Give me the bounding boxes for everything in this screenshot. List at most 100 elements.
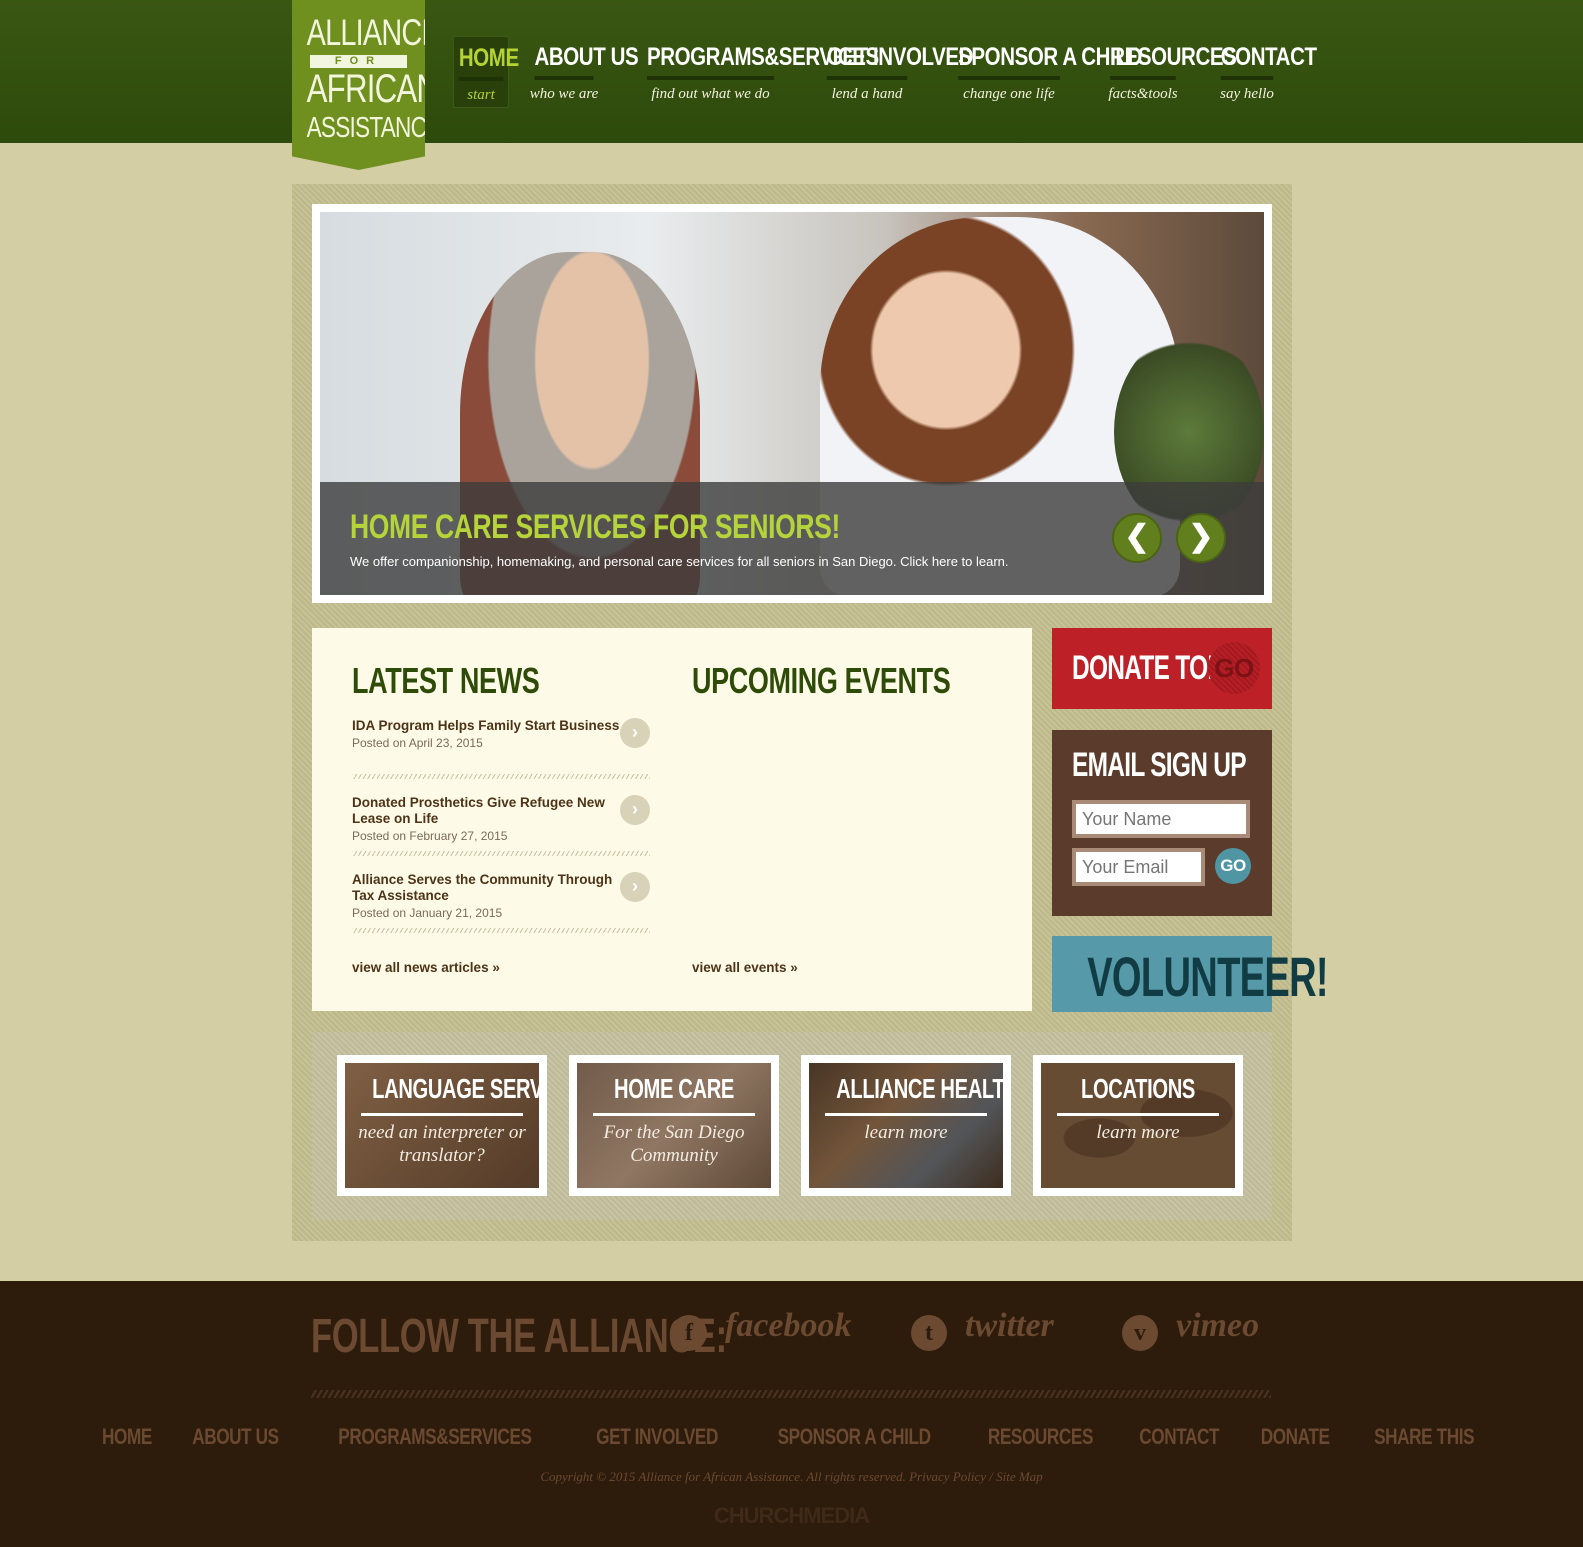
tile-image: ALLIANCE HEALTH CLINIC learn more	[809, 1063, 1003, 1188]
facebook-icon: f	[671, 1315, 707, 1351]
tile-title: ALLIANCE HEALTH CLINIC	[836, 1073, 1003, 1104]
footer-nav-contact[interactable]: CONTACT	[1139, 1424, 1219, 1450]
slide-caption: HOME CARE SERVICES FOR SENIORS! We offer…	[320, 482, 1264, 595]
tile-subtitle: learn more	[1096, 1122, 1180, 1143]
email-input[interactable]	[1072, 848, 1205, 886]
footer-nav-resources[interactable]: RESOURCES	[987, 1424, 1093, 1450]
footer-nav-sponsor-a-child[interactable]: SPONSOR A CHILD	[778, 1424, 931, 1450]
footer-nav-donate[interactable]: DONATE	[1260, 1424, 1329, 1450]
social-name: vimeo	[1176, 1307, 1260, 1344]
nav-programs-services[interactable]: PROGRAMS&SERVICES find out what we do	[633, 36, 879, 108]
tile-language-services[interactable]: LANGUAGE SERVICES need an interpreter or…	[337, 1055, 547, 1196]
nav-label: SPONSOR A CHILD	[958, 36, 1142, 80]
tile-subtitle: need an interpreter or translator?	[358, 1122, 526, 1166]
news-title[interactable]: Alliance Serves the Community Through Ta…	[352, 872, 627, 904]
volunteer-button[interactable]: VOLUNTEER!	[1052, 936, 1329, 1012]
chevron-right-icon[interactable]: ›	[620, 718, 650, 748]
view-all-events-link[interactable]: view all events »	[692, 960, 798, 975]
nav-label: RESOURCES	[1110, 36, 1237, 80]
name-input[interactable]	[1072, 800, 1250, 838]
tile-alliance-health-clinic[interactable]: ALLIANCE HEALTH CLINIC learn more	[801, 1055, 1011, 1196]
upcoming-events-heading: UPCOMING EVENTS	[692, 660, 951, 701]
view-all-news-link[interactable]: view all news articles »	[352, 960, 500, 975]
vimeo-icon: v	[1122, 1315, 1158, 1351]
tile-title: LANGUAGE SERVICES	[372, 1073, 539, 1104]
logo-line-alliance: ALLIANCE	[306, 12, 440, 53]
news-title[interactable]: Donated Prosthetics Give Refugee New Lea…	[352, 795, 627, 827]
nav-sub: say hello	[1220, 86, 1274, 102]
footer-divider	[311, 1390, 1271, 1398]
feature-tiles: LANGUAGE SERVICES need an interpreter or…	[312, 1032, 1272, 1220]
footer-nav: HOME ABOUT US PROGRAMS&SERVICES GET INVO…	[0, 1424, 1583, 1450]
news-item[interactable]: IDA Program Helps Family Start Business …	[352, 718, 650, 778]
news-title[interactable]: IDA Program Helps Family Start Business	[352, 718, 627, 734]
nav-sub: find out what we do	[651, 86, 770, 102]
nav-about-us[interactable]: ABOUT US who we are	[528, 36, 639, 108]
copyright-text: Copyright © 2015 Alliance for African As…	[540, 1469, 1043, 1484]
tile-title: LOCATIONS	[1081, 1073, 1195, 1104]
nav-label: CONTACT	[1220, 36, 1317, 80]
nav-home[interactable]: HOME start	[453, 36, 519, 108]
tile-image: LANGUAGE SERVICES need an interpreter or…	[345, 1063, 539, 1188]
slider-prev-button[interactable]: ❮	[1112, 513, 1162, 563]
news-divider	[352, 851, 650, 856]
email-signup-panel: EMAIL SIGN UP GO	[1052, 730, 1272, 916]
nav-sub: facts&tools	[1108, 86, 1178, 102]
news-events-panel: LATEST NEWS IDA Program Helps Family Sta…	[312, 628, 1032, 1011]
volunteer-label: VOLUNTEER!	[1087, 945, 1328, 1008]
nav-contact[interactable]: CONTACT say hello	[1215, 36, 1317, 108]
nav-sub: lend a hand	[831, 86, 903, 102]
vimeo-link[interactable]: v vimeo	[1122, 1307, 1277, 1357]
hero-photo[interactable]: HOME CARE SERVICES FOR SENIORS! We offer…	[320, 212, 1264, 595]
site-logo[interactable]: ALLIANCE FOR AFRICAN ASSISTANCE	[292, 0, 425, 170]
slider-next-button[interactable]: ❯	[1176, 513, 1226, 563]
chevron-right-icon: ❯	[1188, 520, 1214, 553]
twitter-link[interactable]: t twitter	[911, 1307, 1086, 1357]
nav-sub: change one life	[963, 86, 1055, 102]
email-signup-heading: EMAIL SIGN UP	[1072, 746, 1247, 784]
chevron-right-icon[interactable]: ›	[620, 795, 650, 825]
news-divider	[352, 928, 650, 933]
tile-home-care[interactable]: HOME CARE For the San Diego Community	[569, 1055, 779, 1196]
tile-title: HOME CARE	[614, 1073, 734, 1104]
nav-sponsor-a-child[interactable]: SPONSOR A CHILD change one life	[947, 36, 1142, 108]
nav-sub: start	[467, 87, 495, 103]
nav-label: GET INVOLVED	[826, 36, 973, 80]
chevron-left-icon: ❮	[1124, 520, 1150, 553]
news-item[interactable]: Alliance Serves the Community Through Ta…	[352, 872, 650, 932]
chevron-right-icon[interactable]: ›	[620, 872, 650, 902]
tile-image: HOME CARE For the San Diego Community	[577, 1063, 771, 1188]
tile-rule	[825, 1113, 987, 1116]
footer-nav-home[interactable]: HOME	[102, 1424, 152, 1450]
nav-get-involved[interactable]: GET INVOLVED lend a hand	[818, 36, 973, 108]
news-item[interactable]: Donated Prosthetics Give Refugee New Lea…	[352, 795, 650, 855]
tile-image: LOCATIONS learn more	[1041, 1063, 1235, 1188]
logo-line-assistance: ASSISTANCE	[306, 112, 441, 144]
nav-label: PROGRAMS&SERVICES	[646, 36, 879, 80]
nav-resources[interactable]: RESOURCES facts&tools	[1103, 36, 1237, 108]
credit-logo[interactable]: CHURCHMEDIA	[0, 1503, 1583, 1529]
tile-locations[interactable]: LOCATIONS learn more	[1033, 1055, 1243, 1196]
logo-line-african: AFRICAN	[306, 67, 439, 111]
news-date: Posted on January 21, 2015	[352, 906, 503, 920]
slide-title[interactable]: HOME CARE SERVICES FOR SENIORS!	[350, 508, 840, 547]
news-divider	[352, 774, 650, 779]
tile-rule	[361, 1113, 523, 1116]
signup-go-button[interactable]: GO	[1215, 848, 1251, 884]
latest-news-heading: LATEST NEWS	[352, 660, 540, 701]
hero-slider: HOME CARE SERVICES FOR SENIORS! We offer…	[312, 204, 1272, 603]
nav-sub: who we are	[529, 86, 599, 102]
footer-nav-about-us[interactable]: ABOUT US	[192, 1424, 279, 1450]
tile-rule	[593, 1113, 755, 1116]
news-date: Posted on February 27, 2015	[352, 829, 508, 843]
facebook-link[interactable]: f facebook	[671, 1307, 871, 1357]
social-name: facebook	[725, 1307, 852, 1344]
footer-nav-get-involved[interactable]: GET INVOLVED	[596, 1424, 718, 1450]
social-name: twitter	[965, 1307, 1054, 1344]
footer-nav-share-this[interactable]: SHARE THIS	[1374, 1424, 1474, 1450]
donate-button[interactable]: DONATE TODAY GO	[1052, 628, 1272, 709]
tile-rule	[1057, 1113, 1219, 1116]
slide-description[interactable]: We offer companionship, homemaking, and …	[350, 554, 1009, 569]
footer-nav-programs-services[interactable]: PROGRAMS&SERVICES	[338, 1424, 532, 1450]
donate-go-badge: GO	[1208, 642, 1260, 694]
